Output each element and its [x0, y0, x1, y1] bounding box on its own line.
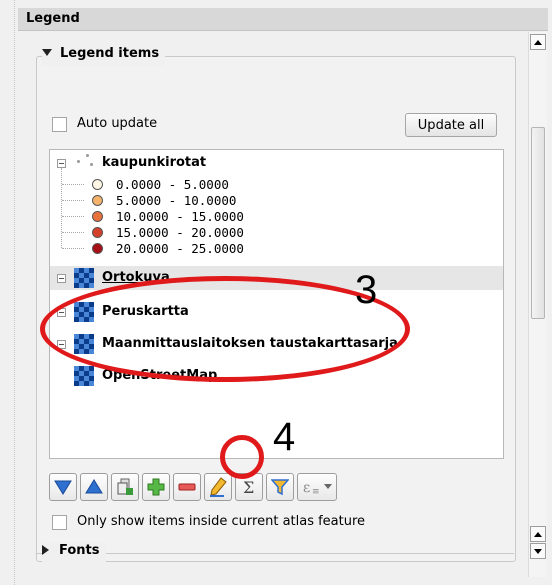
- filter-expression-button[interactable]: ε ≡: [297, 473, 337, 501]
- legend-properties-area: Auto update Update all kaupunkirotat 0.0…: [20, 32, 527, 572]
- filter-icon: [271, 479, 289, 496]
- layer-name: kaupunkirotat: [102, 155, 207, 170]
- panel-title: Legend: [26, 11, 80, 26]
- triangle-up-icon: [85, 479, 103, 494]
- svg-text:≡: ≡: [312, 487, 320, 496]
- minus-icon: [178, 483, 196, 491]
- update-all-button[interactable]: Update all: [405, 113, 497, 137]
- tree-branch-line: [62, 200, 84, 201]
- panel-dock-edge: [14, 0, 16, 585]
- tree-row-ortokuva[interactable]: Ortokuva: [50, 266, 503, 290]
- tree-branch-line: [62, 248, 84, 249]
- move-up-button[interactable]: [80, 473, 108, 501]
- remove-item-button[interactable]: [173, 473, 201, 501]
- auto-update-checkbox[interactable]: [52, 117, 67, 132]
- collapse-icon[interactable]: [57, 274, 66, 283]
- scroll-up-button-2[interactable]: [530, 526, 546, 542]
- vertical-scrollbar[interactable]: [528, 32, 547, 577]
- class-swatch: [92, 227, 103, 238]
- svg-text:Σ: Σ: [243, 478, 254, 496]
- legend-tree[interactable]: kaupunkirotat 0.0000 - 5.0000 5.0000 - 1…: [49, 149, 504, 459]
- legend-items-title: Legend items: [60, 46, 160, 61]
- move-down-button[interactable]: [49, 473, 77, 501]
- annotation-number-3: 3: [355, 268, 378, 312]
- edit-item-button[interactable]: [204, 473, 232, 501]
- scroll-up-icon: [534, 39, 542, 45]
- collapse-icon[interactable]: [57, 340, 66, 349]
- tree-row-openstreetmap[interactable]: OpenStreetMap: [50, 364, 503, 388]
- filter-legend-button[interactable]: [266, 473, 294, 501]
- fonts-title: Fonts: [59, 543, 100, 558]
- plus-icon: [147, 478, 165, 496]
- scroll-up-icon: [534, 531, 542, 537]
- fonts-section-header[interactable]: Fonts: [42, 543, 106, 563]
- layer-name: Maanmittauslaitoksen taustakarttasarja: [102, 336, 398, 351]
- svg-text:ε: ε: [303, 480, 310, 496]
- collapse-icon[interactable]: [57, 159, 66, 168]
- triangle-down-icon: [54, 480, 72, 495]
- class-swatch: [92, 195, 103, 206]
- tree-branch-line: [62, 184, 84, 185]
- add-group-icon: [117, 478, 133, 495]
- raster-layer-icon: [74, 268, 94, 288]
- legend-class-row[interactable]: 20.0000 - 25.0000: [50, 238, 503, 260]
- class-swatch: [92, 243, 103, 254]
- tree-row-kaupunkirotat[interactable]: kaupunkirotat: [50, 153, 503, 175]
- count-features-button[interactable]: Σ: [235, 473, 263, 501]
- layer-name: OpenStreetMap: [102, 368, 218, 383]
- legend-items-group: Auto update Update all kaupunkirotat 0.0…: [36, 56, 516, 562]
- tree-branch-line: [62, 232, 84, 233]
- expand-arrow-icon: [42, 544, 49, 555]
- scroll-down-button[interactable]: [530, 543, 546, 559]
- dropdown-arrow-icon: [324, 484, 332, 489]
- scroll-down-icon: [534, 548, 542, 554]
- tree-branch-line: [62, 216, 84, 217]
- collapse-arrow-icon: [42, 49, 52, 56]
- class-label: 20.0000 - 25.0000: [116, 241, 244, 256]
- legend-items-header[interactable]: Legend items: [42, 46, 166, 66]
- raster-layer-icon: [74, 366, 94, 386]
- tree-row-maanmittauslaitos[interactable]: Maanmittauslaitoksen taustakarttasarja: [50, 332, 503, 356]
- tree-row-peruskartta[interactable]: Peruskartta: [50, 300, 503, 324]
- raster-layer-icon: [74, 334, 94, 354]
- point-layer-icon: [74, 153, 94, 173]
- scrollbar-thumb[interactable]: [531, 127, 545, 319]
- fonts-divider: [36, 553, 514, 554]
- collapse-icon[interactable]: [57, 308, 66, 317]
- sigma-icon: Σ: [243, 478, 254, 496]
- layer-name: Peruskartta: [102, 304, 189, 319]
- class-swatch: [92, 211, 103, 222]
- panel-title-bar: Legend: [18, 8, 548, 31]
- expression-icon: ε ≡: [303, 480, 320, 496]
- layer-name: Ortokuva: [102, 270, 170, 285]
- pencil-icon: [210, 477, 227, 497]
- annotation-number-4: 4: [273, 415, 296, 459]
- atlas-filter-label: Only show items inside current atlas fea…: [77, 514, 366, 529]
- add-group-button[interactable]: [111, 473, 139, 501]
- class-swatch: [92, 179, 103, 190]
- raster-layer-icon: [74, 302, 94, 322]
- auto-update-label: Auto update: [77, 116, 158, 131]
- add-item-button[interactable]: [142, 473, 170, 501]
- scroll-up-button[interactable]: [530, 34, 546, 50]
- atlas-filter-checkbox[interactable]: [52, 515, 67, 530]
